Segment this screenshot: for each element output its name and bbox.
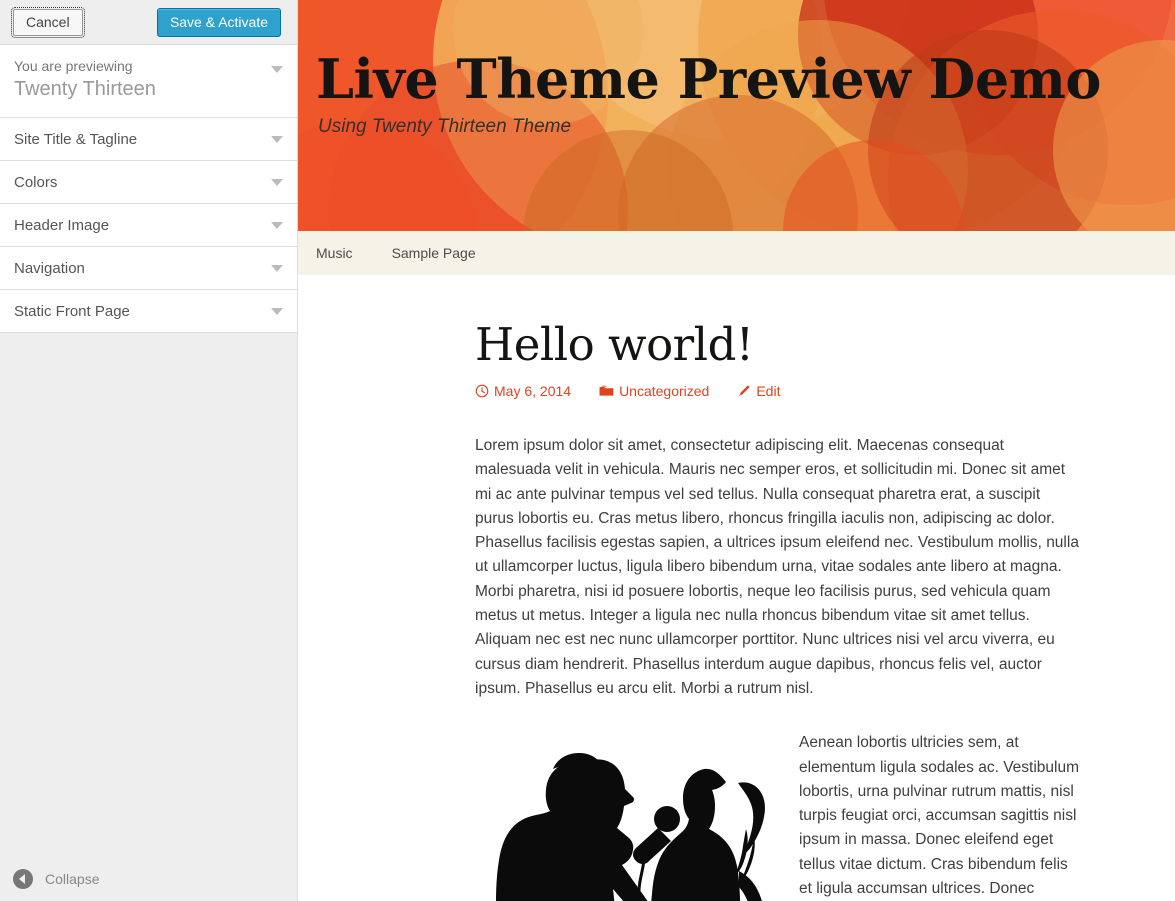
chevron-down-icon bbox=[271, 179, 283, 186]
site-title[interactable]: Live Theme Preview Demo bbox=[316, 48, 1101, 110]
folder-icon bbox=[599, 385, 614, 396]
section-label: Site Title & Tagline bbox=[14, 131, 138, 148]
previewing-label: You are previewing bbox=[14, 58, 133, 74]
chevron-down-icon bbox=[271, 222, 283, 229]
sidebar-item-static-front-page[interactable]: Static Front Page bbox=[0, 290, 297, 333]
customizer-screen: Cancel Save & Activate You are previewin… bbox=[0, 0, 1175, 901]
nav-item-music[interactable]: Music bbox=[316, 245, 353, 261]
post-date-label: May 6, 2014 bbox=[494, 383, 572, 399]
interview-silhouette-icon bbox=[475, 731, 784, 901]
clock-icon bbox=[475, 384, 489, 398]
cancel-button[interactable]: Cancel bbox=[11, 7, 85, 38]
customizer-toolbar: Cancel Save & Activate bbox=[0, 0, 297, 45]
sidebar-item-site-title-tagline[interactable]: Site Title & Tagline bbox=[0, 118, 297, 161]
site-navigation: Music Sample Page bbox=[298, 231, 1175, 275]
sidebar-item-navigation[interactable]: Navigation bbox=[0, 247, 297, 290]
save-and-activate-button[interactable]: Save & Activate bbox=[156, 8, 281, 37]
post-title[interactable]: Hello world! bbox=[475, 319, 1079, 371]
collapse-sidebar-button[interactable]: Collapse bbox=[0, 856, 297, 901]
collapse-arrow-icon bbox=[13, 868, 33, 889]
post-category[interactable]: Uncategorized bbox=[599, 383, 709, 399]
sidebar-item-colors[interactable]: Colors bbox=[0, 161, 297, 204]
entry-meta: May 6, 2014 Uncategorized Edit bbox=[475, 383, 1079, 399]
post-category-label: Uncategorized bbox=[619, 383, 710, 399]
chevron-down-icon bbox=[271, 136, 283, 143]
section-label: Header Image bbox=[14, 217, 110, 234]
theme-preview-pane: Live Theme Preview Demo Using Twenty Thi… bbox=[298, 0, 1175, 901]
sidebar-item-header-image[interactable]: Header Image bbox=[0, 204, 297, 247]
pencil-icon bbox=[739, 385, 750, 396]
section-label: Static Front Page bbox=[14, 303, 130, 320]
post-paragraph-1: Lorem ipsum dolor sit amet, consectetur … bbox=[475, 437, 1079, 697]
section-label: Navigation bbox=[14, 260, 85, 277]
collapse-label: Collapse bbox=[45, 870, 100, 887]
nav-item-sample-page[interactable]: Sample Page bbox=[392, 245, 476, 261]
header-text-block: Live Theme Preview Demo Using Twenty Thi… bbox=[316, 48, 1101, 140]
chevron-down-icon bbox=[271, 265, 283, 272]
chevron-down-icon bbox=[271, 66, 283, 73]
post-edit-link[interactable]: Edit bbox=[737, 383, 780, 399]
post-date[interactable]: May 6, 2014 bbox=[475, 383, 571, 399]
post-figure-row: Aenean lobortis ultricies sem, at elemen… bbox=[475, 731, 1079, 901]
post-paragraph-2: Aenean lobortis ultricies sem, at elemen… bbox=[799, 734, 1080, 898]
site-content: Hello world! May 6, 2014 Uncategorized E… bbox=[298, 275, 1175, 901]
post-edit-label: Edit bbox=[756, 383, 781, 399]
site-header: Live Theme Preview Demo Using Twenty Thi… bbox=[298, 0, 1175, 231]
customizer-sidebar: Cancel Save & Activate You are previewin… bbox=[0, 0, 298, 901]
section-label: Colors bbox=[14, 174, 58, 191]
theme-name-label: Twenty Thirteen bbox=[14, 78, 156, 100]
post-article: Hello world! May 6, 2014 Uncategorized E… bbox=[475, 319, 1079, 901]
chevron-down-icon bbox=[271, 308, 283, 315]
post-image[interactable] bbox=[475, 731, 784, 901]
site-tagline: Using Twenty Thirteen Theme bbox=[318, 116, 572, 137]
theme-preview-panel[interactable]: You are previewing Twenty Thirteen bbox=[0, 45, 297, 118]
